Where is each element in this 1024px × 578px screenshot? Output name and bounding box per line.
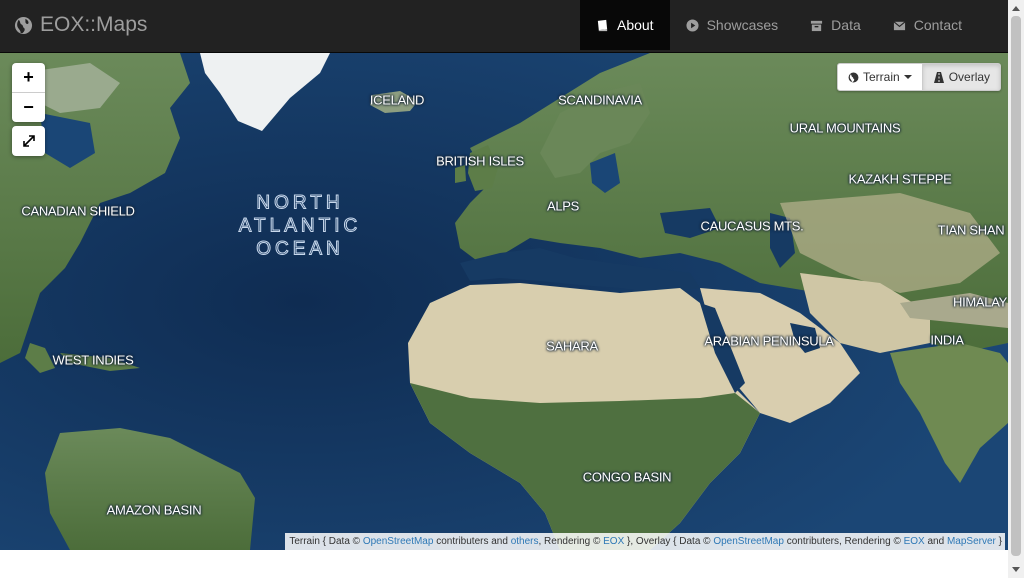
overlay-label: Overlay <box>948 70 991 84</box>
page-scrollbar[interactable] <box>1008 0 1024 578</box>
zoom-in-button[interactable]: + <box>12 63 45 92</box>
navbar: EOX::Maps About Showcases Data Contact <box>0 0 1008 53</box>
label-west-indies: WEST INDIES <box>52 352 134 368</box>
attrib-text-3: , Rendering © <box>538 536 604 547</box>
layer-switcher: Terrain Overlay <box>837 63 1002 91</box>
book-icon <box>597 19 608 31</box>
brand-title: EOX::Maps <box>40 13 148 36</box>
archive-icon <box>811 20 823 31</box>
nav-contact-label: Contact <box>913 17 962 33</box>
terrain-dropdown-button[interactable]: Terrain <box>837 63 923 91</box>
label-british-isles: BRITISH ISLES <box>436 153 524 169</box>
attrib-text-5: contributers, Rendering © <box>783 536 904 547</box>
brand-link[interactable]: EOX::Maps <box>14 0 147 50</box>
scrollbar-thumb[interactable] <box>1011 16 1021 556</box>
envelope-icon <box>893 20 906 30</box>
zoom-out-button[interactable]: − <box>12 92 45 122</box>
label-kazakh-steppe: KAZAKH STEPPE <box>848 171 952 187</box>
label-iceland: ICELAND <box>369 92 425 108</box>
attrib-link-mapserver[interactable]: MapServer <box>947 536 996 547</box>
attrib-link-eox-2[interactable]: EOX <box>904 536 925 547</box>
label-arabian-peninsula: ARABIAN PENINSULA <box>704 333 834 349</box>
label-scandinavia: SCANDINAVIA <box>558 92 642 108</box>
label-congo-basin: CONGO BASIN <box>582 469 672 485</box>
road-icon <box>933 71 944 83</box>
label-caucasus: CAUCASUS MTS. <box>700 218 804 234</box>
overlay-toggle-button[interactable]: Overlay <box>922 63 1002 91</box>
terrain-label: Terrain <box>863 70 900 84</box>
attribution: Terrain { Data © OpenStreetMap contribut… <box>285 533 1005 550</box>
fullscreen-button[interactable] <box>12 126 45 156</box>
ocean-label: NORTH ATLANTIC OCEAN <box>238 192 362 261</box>
nav-data-label: Data <box>831 17 861 33</box>
scroll-up-arrow-icon[interactable] <box>1012 6 1020 11</box>
label-sahara: SAHARA <box>546 338 598 354</box>
label-himalaya: HIMALAY <box>952 294 1008 310</box>
ocean-label-line-1: NORTH <box>256 192 344 214</box>
ocean-label-line-2: ATLANTIC <box>238 215 362 237</box>
attrib-text-7: } <box>995 536 1002 547</box>
main-nav: About Showcases Data Contact <box>579 0 978 50</box>
ocean-label-line-3: OCEAN <box>256 238 344 260</box>
nav-about-label: About <box>616 17 654 33</box>
attrib-text-6: and <box>924 536 947 547</box>
zoom-control: + − <box>12 63 45 122</box>
scroll-down-arrow-icon[interactable] <box>1012 567 1020 572</box>
label-ural-mountains: URAL MOUNTAINS <box>789 120 901 136</box>
nav-about[interactable]: About <box>579 0 670 50</box>
play-circle-icon <box>686 18 699 32</box>
map-viewport[interactable]: NORTH ATLANTIC OCEAN ICELAND SCANDINAVIA… <box>0 53 1008 550</box>
attrib-link-others[interactable]: others <box>511 536 539 547</box>
nav-showcases[interactable]: Showcases <box>670 0 795 50</box>
nav-showcases-label: Showcases <box>706 17 779 33</box>
attrib-text-2: contributers and <box>433 536 511 547</box>
globe-icon <box>14 16 33 34</box>
label-alps: ALPS <box>546 198 580 214</box>
expand-icon <box>22 135 35 147</box>
label-india: INDIA <box>930 332 964 348</box>
caret-down-icon <box>903 75 912 79</box>
label-amazon-basin: AMAZON BASIN <box>106 502 202 518</box>
nav-data[interactable]: Data <box>794 0 877 50</box>
attrib-link-eox-1[interactable]: EOX <box>603 536 624 547</box>
nav-contact[interactable]: Contact <box>877 0 978 50</box>
attrib-link-osm-1[interactable]: OpenStreetMap <box>363 536 434 547</box>
attrib-text-1: Terrain { Data © <box>289 536 363 547</box>
label-tian-shan: TIAN SHAN <box>937 222 1005 238</box>
label-canadian-shield: CANADIAN SHIELD <box>21 203 135 219</box>
globe-icon <box>848 72 859 82</box>
attrib-link-osm-2[interactable]: OpenStreetMap <box>713 536 784 547</box>
attrib-text-4: }, Overlay { Data © <box>624 536 714 547</box>
